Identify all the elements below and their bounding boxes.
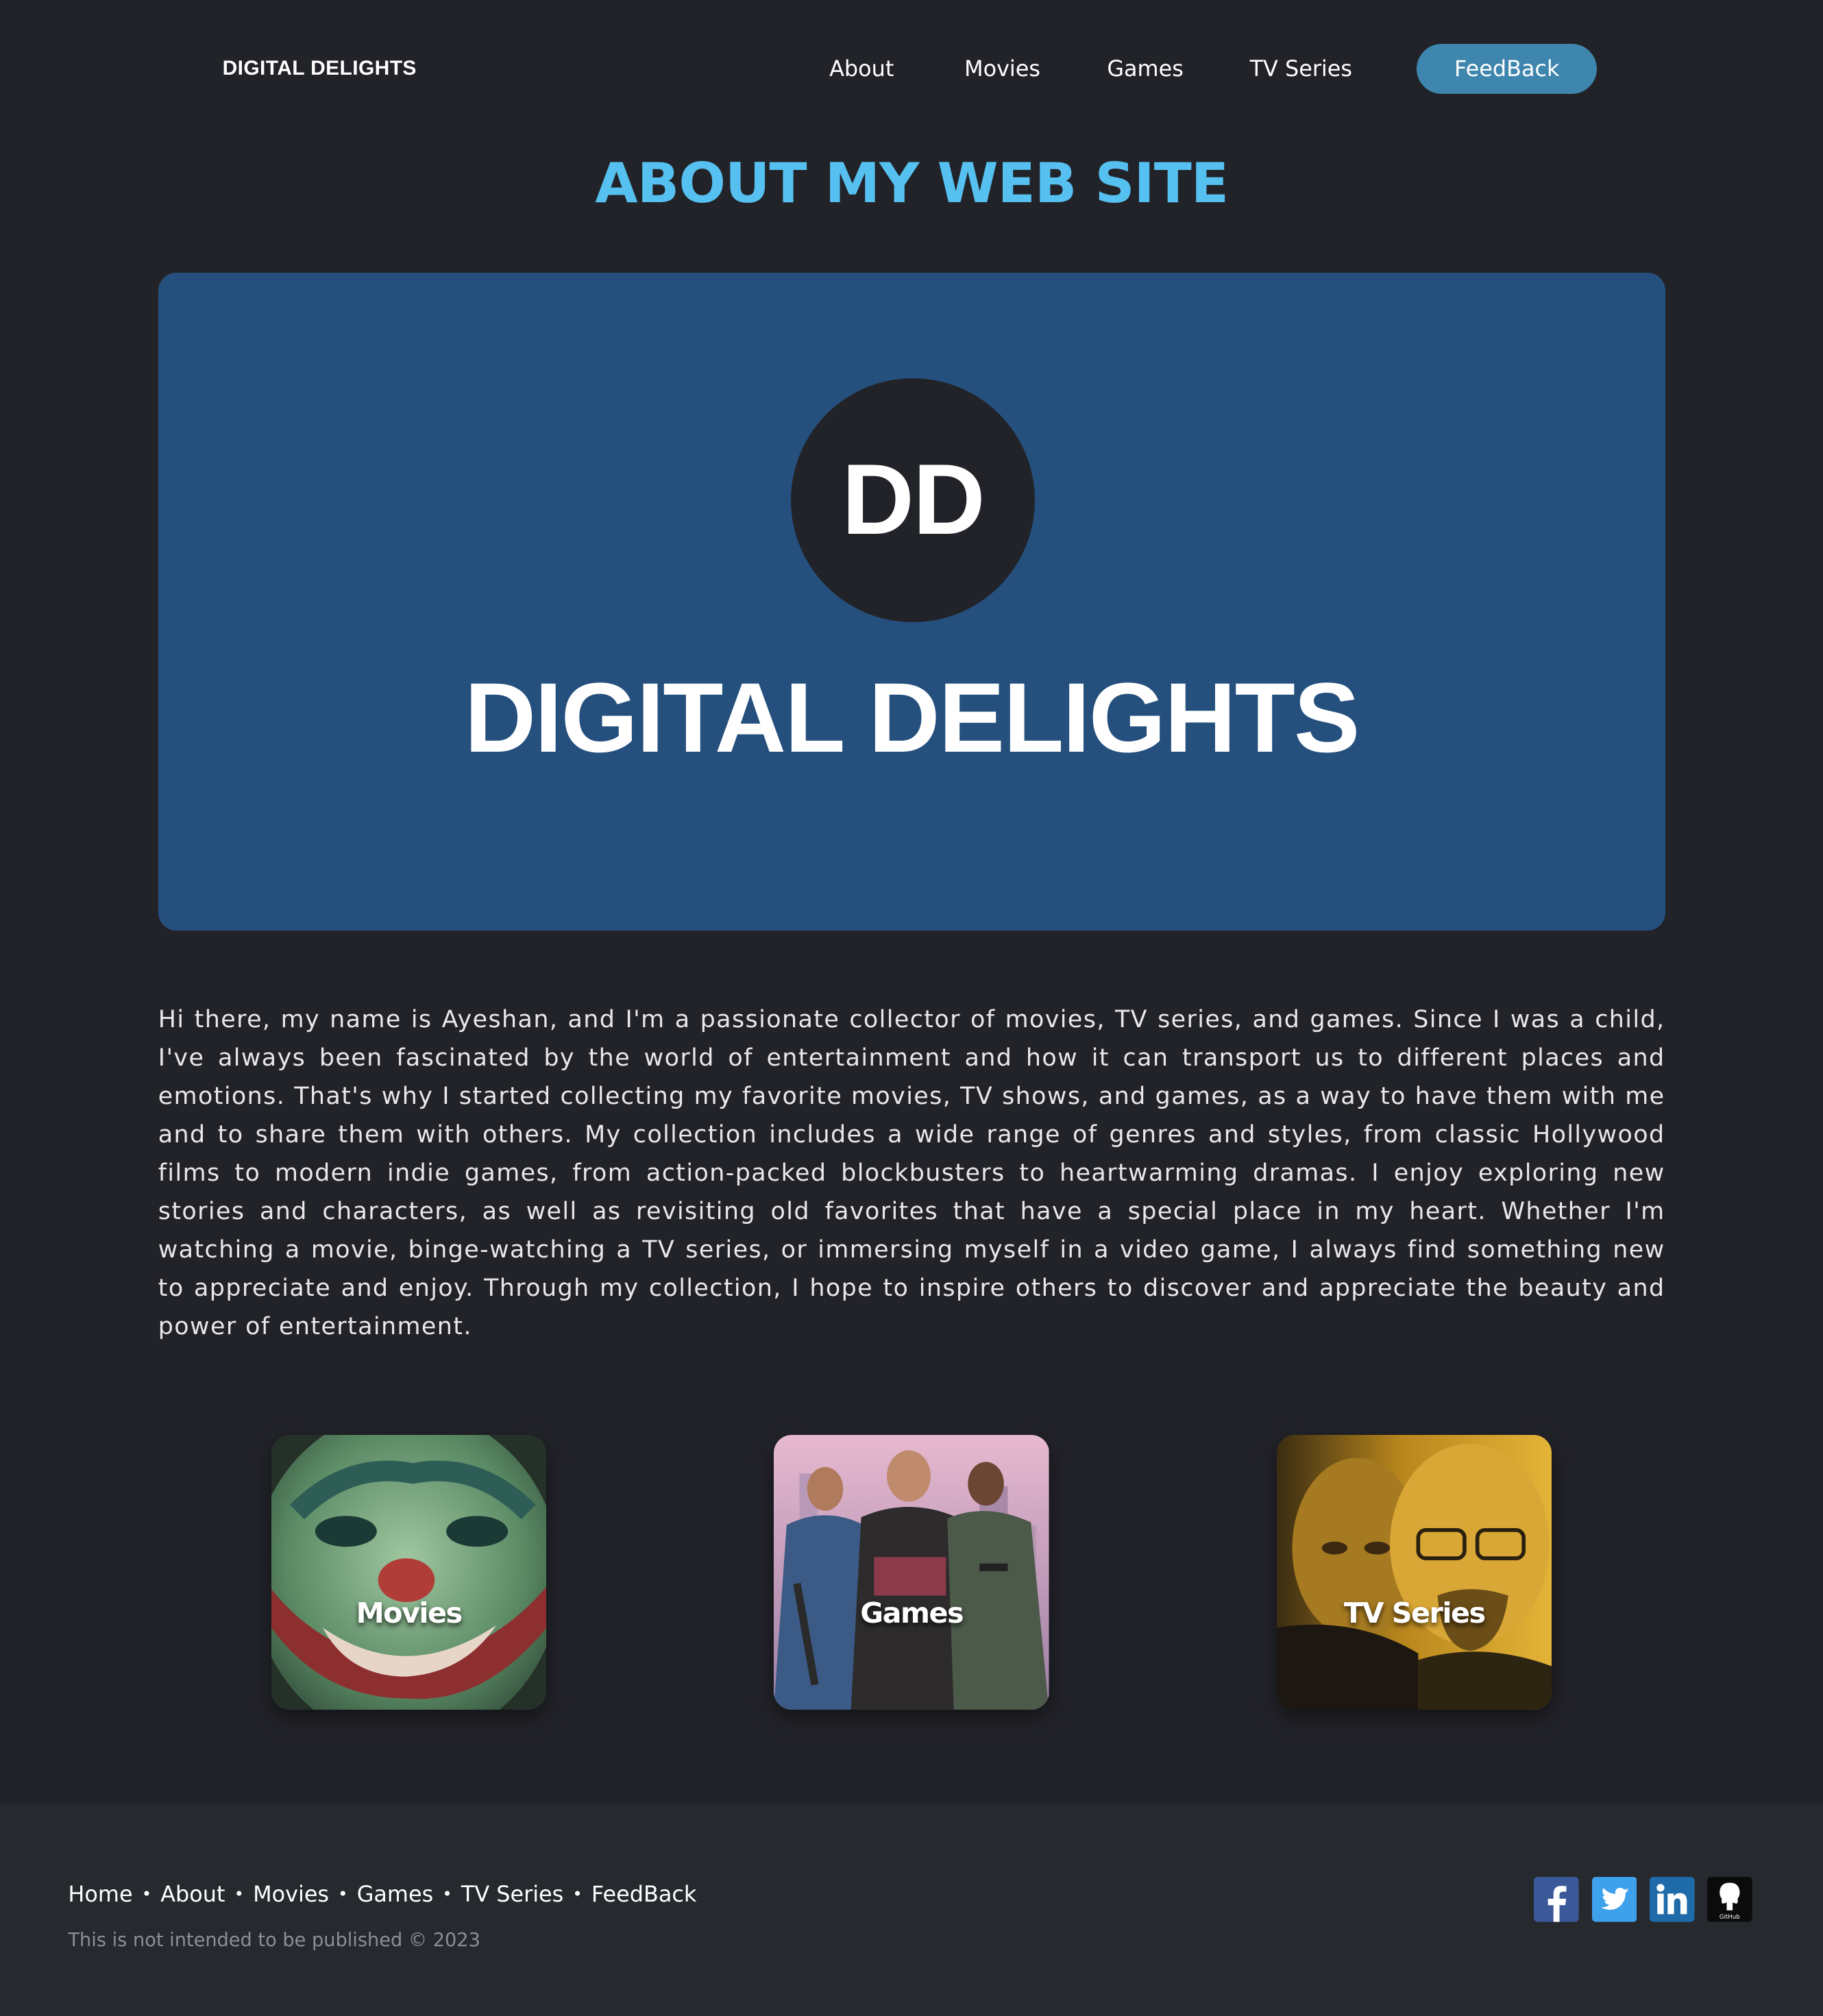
github-caption: GitHub xyxy=(1720,1914,1740,1921)
gta-characters-image xyxy=(774,1434,1049,1710)
linkedin-icon[interactable] xyxy=(1650,1877,1695,1922)
footer-nav: Home • About • Movies • Games • TV Serie… xyxy=(68,1881,696,1907)
nav-link-about[interactable]: About xyxy=(829,56,894,82)
brand-logo-text[interactable]: DIGITAL DELIGHTS xyxy=(223,57,417,80)
footer: Home • About • Movies • Games • TV Serie… xyxy=(0,1804,1823,2016)
nav-link-tv-series[interactable]: TV Series xyxy=(1250,56,1352,82)
top-navbar: DIGITAL DELIGHTS About Movies Games TV S… xyxy=(0,0,1823,139)
footer-link-games[interactable]: Games xyxy=(357,1881,434,1907)
github-icon[interactable]: GitHub xyxy=(1707,1877,1753,1922)
footer-separator: • xyxy=(141,1884,152,1904)
footer-link-tv-series[interactable]: TV Series xyxy=(461,1881,563,1907)
footer-link-movies[interactable]: Movies xyxy=(253,1881,329,1907)
logo-initials: DD xyxy=(842,443,985,556)
category-card-movies[interactable]: Movies xyxy=(271,1434,547,1710)
footer-link-feedback[interactable]: FeedBack xyxy=(591,1881,696,1907)
category-label-movies: Movies xyxy=(356,1597,463,1630)
nav-link-movies[interactable]: Movies xyxy=(964,56,1040,82)
footer-separator: • xyxy=(338,1884,348,1904)
joker-face-image xyxy=(271,1434,547,1710)
category-label-games: Games xyxy=(860,1597,964,1630)
category-card-games[interactable]: Games xyxy=(774,1434,1049,1710)
twitter-icon[interactable] xyxy=(1591,1877,1637,1922)
hero-site-name: DIGITAL DELIGHTS xyxy=(464,662,1360,774)
footer-separator: • xyxy=(234,1884,244,1904)
copyright-notice: This is not intended to be published © 2… xyxy=(68,1930,480,1951)
site-logo-badge: DD xyxy=(790,378,1036,622)
page-title: ABOUT MY WEB SITE xyxy=(595,151,1229,217)
footer-separator: • xyxy=(442,1884,452,1904)
hero-banner: DD DIGITAL DELIGHTS xyxy=(158,272,1665,931)
breaking-bad-image xyxy=(1276,1434,1552,1710)
footer-separator: • xyxy=(572,1884,583,1904)
feedback-button[interactable]: FeedBack xyxy=(1417,43,1598,94)
category-label-tv-series: TV Series xyxy=(1343,1597,1486,1630)
category-card-tv-series[interactable]: TV Series xyxy=(1276,1434,1552,1710)
about-paragraph: Hi there, my name is Ayeshan, and I'm a … xyxy=(158,1005,1665,1341)
nav-link-games[interactable]: Games xyxy=(1107,56,1184,82)
footer-link-about[interactable]: About xyxy=(160,1881,225,1907)
facebook-icon[interactable] xyxy=(1534,1877,1579,1922)
footer-link-home[interactable]: Home xyxy=(68,1881,132,1907)
